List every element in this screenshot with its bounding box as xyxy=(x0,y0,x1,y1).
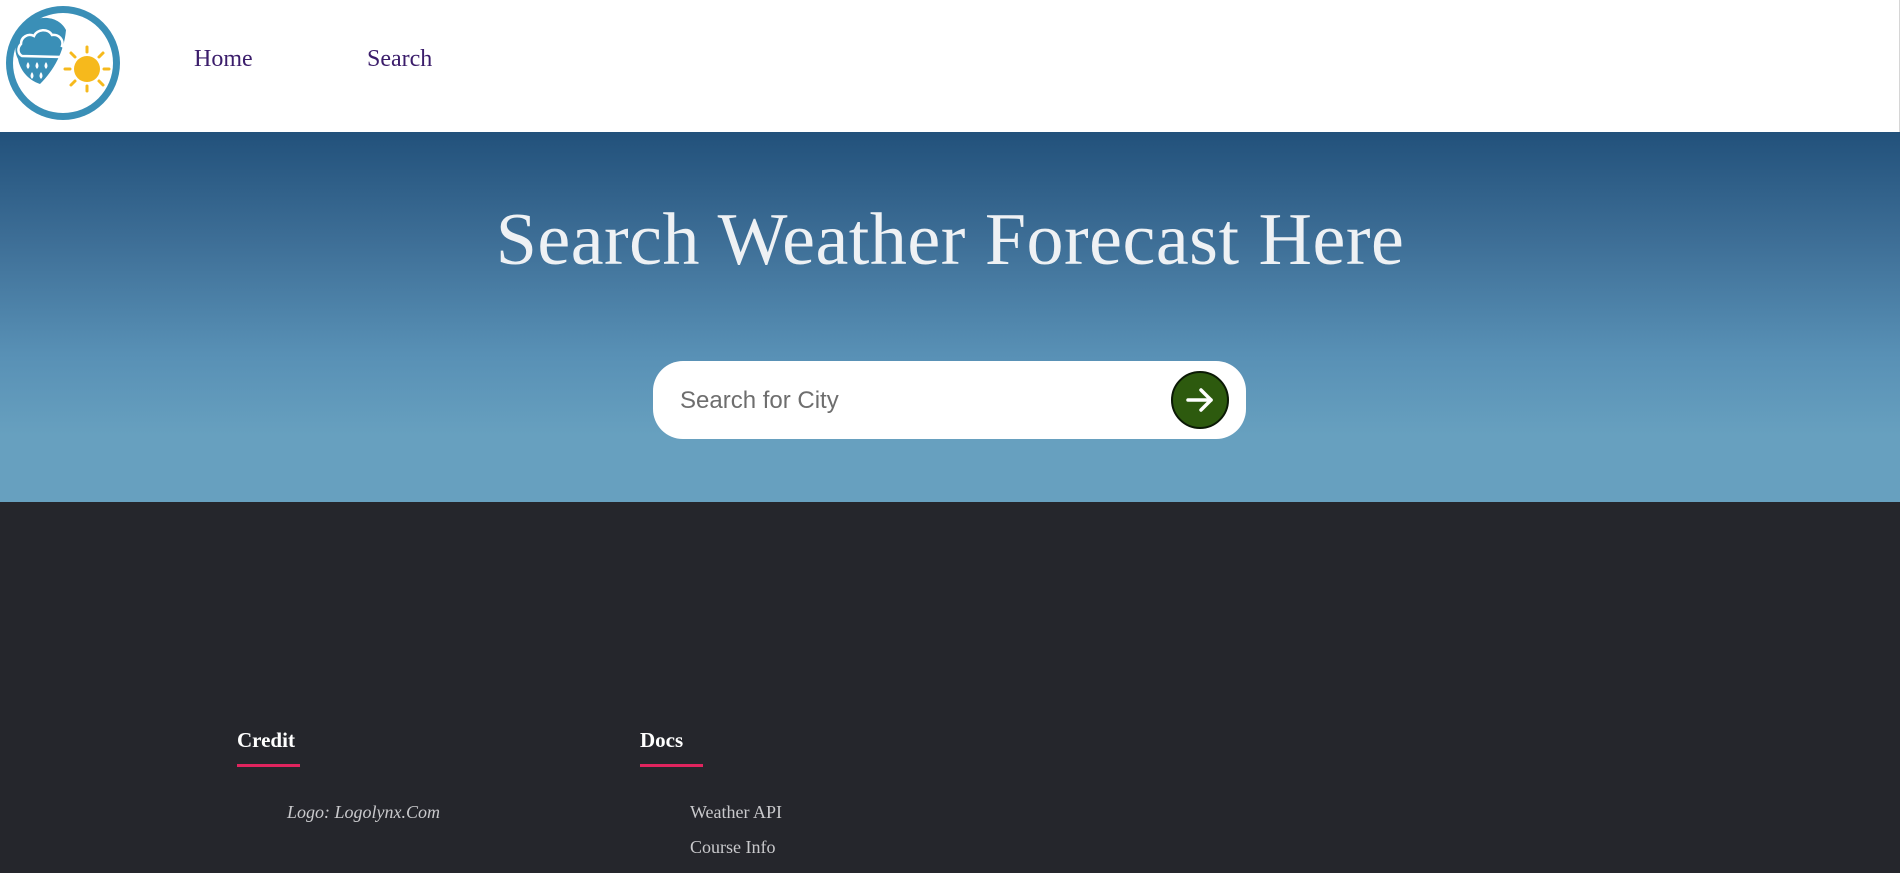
page-title: Search Weather Forecast Here xyxy=(495,199,1405,281)
docs-item: Course Info xyxy=(690,830,782,865)
heading-underline xyxy=(237,764,300,767)
arrow-right-icon xyxy=(1186,388,1213,412)
footer-docs-column: Docs Weather API Course Info xyxy=(640,726,782,865)
heading-underline xyxy=(640,764,703,767)
footer: Credit Logo: Logolynx.Com Docs Weather A… xyxy=(0,502,1900,873)
docs-item: Weather API xyxy=(690,795,782,830)
course-info-link[interactable]: Course Info xyxy=(690,837,775,857)
credit-logo-item: Logo: Logolynx.Com xyxy=(287,802,440,822)
footer-credit-column: Credit Logo: Logolynx.Com xyxy=(237,726,440,830)
credit-list: Logo: Logolynx.Com xyxy=(237,795,440,830)
nav-home-link[interactable]: Home xyxy=(194,46,253,73)
docs-list: Weather API Course Info xyxy=(640,795,782,865)
top-navbar: Home Search xyxy=(0,0,1900,132)
footer-docs-heading: Docs xyxy=(640,728,684,752)
nav-search-link[interactable]: Search xyxy=(367,46,432,73)
footer-credit-heading: Credit xyxy=(237,728,295,752)
city-search-input[interactable] xyxy=(678,378,1142,424)
search-submit-button[interactable] xyxy=(1171,371,1229,429)
weather-logo-icon[interactable] xyxy=(4,4,122,122)
hero-section: Search Weather Forecast Here xyxy=(0,132,1900,502)
weather-api-link[interactable]: Weather API xyxy=(690,802,782,822)
search-bar xyxy=(653,361,1246,439)
